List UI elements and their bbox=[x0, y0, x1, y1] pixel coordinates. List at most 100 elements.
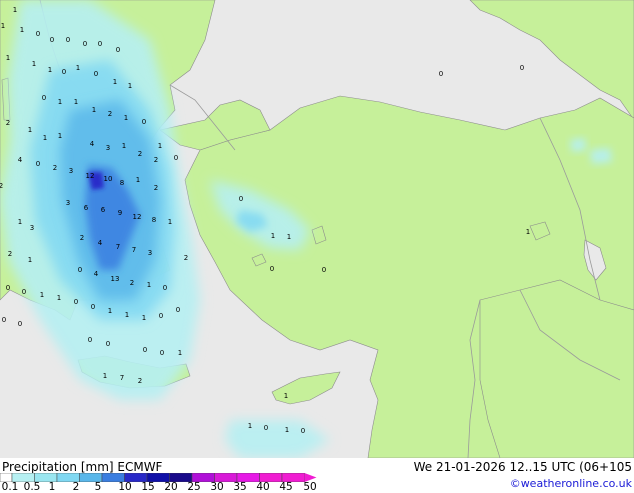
precip-value-label: 1 bbox=[6, 54, 10, 62]
precip-value-label: 2 bbox=[154, 184, 158, 192]
precip-value-label: 2 bbox=[130, 279, 134, 287]
scale-label: 30 bbox=[210, 481, 224, 493]
precip-value-label: 7 bbox=[116, 243, 120, 251]
precip-value-label: 1 bbox=[1, 22, 5, 30]
precip-value-label: 6 bbox=[84, 204, 89, 212]
land-levant bbox=[479, 279, 634, 458]
precip-value-label: 0 bbox=[174, 154, 178, 162]
precip-value-label: 1 bbox=[158, 142, 162, 150]
precip-value-label: 1 bbox=[40, 291, 44, 299]
precip-value-label: 0 bbox=[6, 284, 10, 292]
precip-value-label: 6 bbox=[101, 206, 106, 214]
precip-value-label: 1 bbox=[92, 106, 96, 114]
scale-label: 20 bbox=[164, 481, 178, 493]
valid-time: We 21-01-2026 12..15 UTC (06+105 bbox=[413, 460, 632, 474]
precip-value-label: 1 bbox=[32, 60, 36, 68]
precip-value-label: 1 bbox=[58, 132, 62, 140]
precip-value-label: 1 bbox=[122, 142, 126, 150]
precip-value-label: 0 bbox=[83, 40, 87, 48]
precip-value-label: 3 bbox=[69, 167, 73, 175]
precip-value-label: 1 bbox=[271, 232, 275, 240]
scale-label: 45 bbox=[279, 481, 293, 493]
precip-value-label: 0 bbox=[78, 266, 82, 274]
precip-value-label: 2 bbox=[108, 110, 112, 118]
precip-value-label: 2 bbox=[154, 156, 158, 164]
precip-value-label: 0 bbox=[36, 30, 40, 38]
scale-label: 50 bbox=[303, 481, 317, 493]
precip-value-label: 1 bbox=[13, 6, 17, 14]
precip-value-label: 0 bbox=[163, 284, 167, 292]
precip-value-label: 0 bbox=[42, 94, 46, 102]
precip-value-label: 2 bbox=[138, 377, 142, 385]
precip-value-label: 0 bbox=[116, 46, 120, 54]
map-title: Precipitation [mm] ECMWF bbox=[2, 460, 163, 474]
scale-label: 1 bbox=[48, 481, 56, 493]
precip-value-label: 2 bbox=[138, 150, 142, 158]
precip-value-label: 1 bbox=[178, 349, 182, 357]
precip-value-label: 3 bbox=[66, 199, 70, 207]
precipitation-map[interactable]: 1110000001101011101112102111431221040231… bbox=[0, 0, 634, 458]
precip-value-label: 4 bbox=[18, 156, 23, 164]
precip-value-label: 0 bbox=[322, 266, 326, 274]
precip-value-label: 0 bbox=[18, 320, 22, 328]
precip-value-label: 2 bbox=[8, 250, 12, 258]
precip-value-label: 0 bbox=[270, 265, 274, 273]
precip-value-label: 0 bbox=[520, 64, 524, 72]
scale-label: 5 bbox=[94, 481, 102, 493]
precip-value-label: 1 bbox=[74, 98, 78, 106]
precip-value-label: 1 bbox=[125, 311, 129, 319]
precip-value-label: 4 bbox=[98, 239, 103, 247]
precip-value-label: 2 bbox=[53, 164, 57, 172]
precip-value-label: 1 bbox=[48, 66, 52, 74]
precip-value-label: 0 bbox=[88, 336, 92, 344]
scale-label: 2 bbox=[72, 481, 80, 493]
precip-value-label: 3 bbox=[106, 144, 110, 152]
precip-value-label: 4 bbox=[90, 140, 95, 148]
precip-value-label: 1 bbox=[113, 78, 117, 86]
precip-value-label: 0 bbox=[106, 340, 110, 348]
precip-value-label: 0 bbox=[159, 312, 163, 320]
precip-value-label: 0 bbox=[301, 427, 305, 435]
precip-value-label: 0 bbox=[439, 70, 443, 78]
precip-value-label: 1 bbox=[124, 114, 128, 122]
precip-value-label: 7 bbox=[132, 246, 136, 254]
precip-value-label: 1 bbox=[20, 26, 24, 34]
scale-label: 25 bbox=[187, 481, 201, 493]
scale-label: 15 bbox=[141, 481, 155, 493]
precip-value-label: 0 bbox=[239, 195, 243, 203]
precip-value-label: 0 bbox=[74, 298, 78, 306]
precip-value-label: 0 bbox=[2, 316, 6, 324]
precip-value-label: 1 bbox=[285, 426, 289, 434]
precip-value-label: 12 bbox=[133, 213, 142, 221]
scale-label: 35 bbox=[233, 481, 247, 493]
precip-value-label: 13 bbox=[111, 275, 120, 283]
precip-value-label: 1 bbox=[76, 64, 80, 72]
precip-value-label: 8 bbox=[152, 216, 156, 224]
precip-value-label: 0 bbox=[22, 288, 26, 296]
scale-label: 10 bbox=[118, 481, 132, 493]
precip-value-label: 1 bbox=[136, 176, 140, 184]
precip-value-label: 0 bbox=[66, 36, 70, 44]
precip-value-label: 1 bbox=[18, 218, 22, 226]
precip-value-label: 1 bbox=[43, 134, 47, 142]
copyright-link[interactable]: ©weatheronline.co.uk bbox=[510, 477, 632, 490]
precip-value-label: 0 bbox=[142, 118, 146, 126]
precip-value-label: 1 bbox=[28, 256, 32, 264]
precip-value-label: 0 bbox=[143, 346, 147, 354]
precip-value-label: 1 bbox=[103, 372, 107, 380]
precip-value-label: 8 bbox=[120, 179, 124, 187]
precip-value-label: 0 bbox=[264, 424, 268, 432]
precip-value-label: 0 bbox=[94, 70, 98, 78]
precip-value-label: 10 bbox=[104, 175, 113, 183]
precip-value-label: 0 bbox=[62, 68, 66, 76]
scale-label: 40 bbox=[256, 481, 270, 493]
precip-value-label: 3 bbox=[30, 224, 34, 232]
precip-value-label: 2 bbox=[0, 182, 3, 190]
precip-value-label: 1 bbox=[57, 294, 61, 302]
map-canvas: 11 1 00 0 0 0011 0 101 110 1 11 2 1 0211 14 3 122104 0 2 31… bbox=[0, 0, 634, 458]
precip-value-label: 1 bbox=[142, 314, 146, 322]
precip-value-label: 7 bbox=[120, 374, 124, 382]
precip-value-label: 1 bbox=[248, 422, 252, 430]
precip-value-label: 2 bbox=[80, 234, 84, 242]
precip-value-label: 1 bbox=[28, 126, 32, 134]
